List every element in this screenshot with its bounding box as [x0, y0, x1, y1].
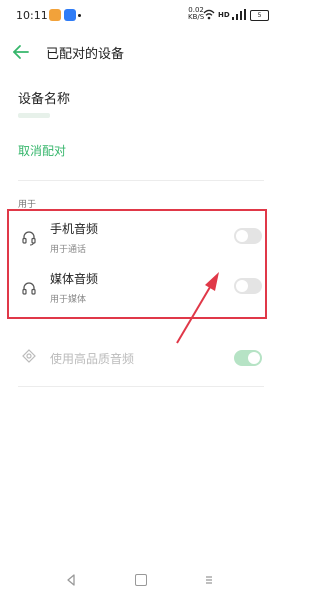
network-speed-unit: KB/S: [188, 13, 205, 21]
navigation-bar: [0, 565, 284, 595]
wifi-icon: [203, 9, 215, 20]
hq-audio-row[interactable]: 使用高品质音频: [8, 336, 268, 380]
hq-audio-label: 使用高品质音频: [50, 352, 135, 366]
nav-recents-icon[interactable]: [204, 575, 214, 585]
divider: [18, 180, 264, 181]
notification-more-dot: [78, 14, 81, 17]
profile-subtitle: 用于媒体: [50, 295, 87, 305]
back-arrow-icon[interactable]: [12, 44, 30, 60]
profile-subtitle: 用于通话: [50, 245, 87, 255]
notification-app-icon-2: [64, 9, 76, 21]
page-title: 已配对的设备: [46, 47, 125, 62]
app-header: 已配对的设备: [0, 38, 284, 66]
profile-row-phone-audio[interactable]: 手机音频 用于通话: [8, 214, 268, 264]
phone-audio-toggle[interactable]: [234, 228, 262, 244]
device-name-value[interactable]: [18, 113, 50, 118]
status-time: 10:11: [16, 9, 48, 22]
headphones-icon: [22, 282, 36, 295]
toggle-knob: [236, 230, 248, 242]
toggle-knob: [248, 352, 260, 364]
hd-indicator: HD: [218, 11, 230, 19]
signal-icon: [232, 9, 246, 20]
nav-back-icon[interactable]: [66, 574, 76, 586]
notification-app-icon: [49, 9, 61, 21]
battery-icon: 5: [250, 10, 269, 21]
profile-title: 媒体音频: [50, 272, 99, 286]
unpair-button[interactable]: 取消配对: [18, 142, 66, 159]
media-audio-toggle[interactable]: [234, 278, 262, 294]
hq-audio-toggle[interactable]: [234, 350, 262, 366]
network-speed: 0.02 KB/S: [188, 7, 204, 21]
toggle-knob: [236, 280, 248, 292]
divider: [18, 386, 264, 387]
profile-title: 手机音频: [50, 222, 99, 236]
hq-audio-icon: [22, 349, 36, 363]
nav-home-icon[interactable]: [135, 574, 147, 586]
section-label-used-for: 用于: [18, 200, 37, 210]
profile-row-media-audio[interactable]: 媒体音频 用于媒体: [8, 264, 268, 314]
status-bar: 10:11 0.02 KB/S HD 5: [0, 0, 284, 30]
device-name-label[interactable]: 设备名称: [18, 88, 70, 107]
headset-icon: [22, 231, 36, 246]
